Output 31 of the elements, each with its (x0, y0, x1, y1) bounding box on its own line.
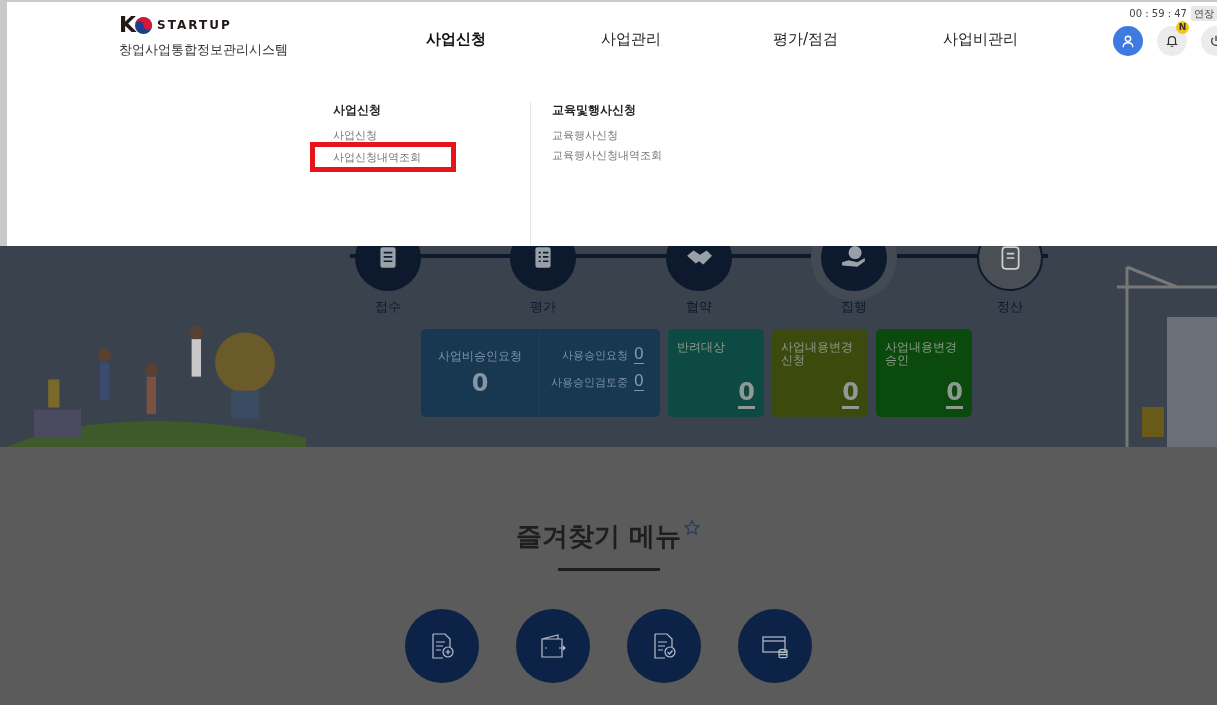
nav-menu-item[interactable]: 사업관리 (543, 28, 718, 51)
menu-group-title: 사업신청 (333, 102, 382, 119)
session-timer: 00 : 59 : 47 (1129, 7, 1187, 21)
notification-badge: N (1176, 21, 1189, 34)
extend-button[interactable]: 연장 (1191, 6, 1217, 21)
card-title: 사업내용변경승인 (885, 340, 958, 367)
star-icon[interactable] (683, 519, 702, 537)
logo[interactable]: K STARTUP (119, 14, 288, 36)
menu-group-title: 교육및행사신청 (552, 102, 637, 119)
user-button[interactable] (1113, 26, 1143, 56)
submenu-link[interactable]: 사업신청내역조회 (310, 142, 456, 173)
card-title: 사업비승인요청 (438, 347, 522, 365)
card-count[interactable]: 0 (946, 377, 963, 409)
sub-count-label: 사용승인검토중 (550, 374, 628, 390)
card-count[interactable]: 0 (738, 377, 755, 409)
favorites-title: 즐겨찾기 메뉴 (515, 520, 682, 553)
bell-icon (1165, 34, 1179, 48)
sub-count[interactable]: 0 (633, 371, 644, 391)
card-count: 0 (471, 367, 489, 399)
card-title: 반려대상 (677, 340, 726, 354)
person-icon (1121, 34, 1135, 48)
submenu-link[interactable]: 교육행사신청 (545, 125, 618, 146)
sub-count-label: 사용승인요청 (561, 347, 628, 363)
sub-count[interactable]: 0 (633, 344, 644, 364)
nav-menu-item[interactable]: 평가/점검 (718, 28, 893, 51)
submenu-link[interactable]: 교육행사신청내역조회 (545, 145, 662, 166)
nav-menu-item[interactable]: 사업신청 (368, 28, 543, 51)
system-title: 창업사업통합정보관리시스템 (119, 41, 288, 59)
nav-menu-item[interactable]: 사업비관리 (893, 28, 1068, 51)
card-title: 사업내용변경신청 (781, 340, 854, 367)
card-count[interactable]: 0 (842, 377, 859, 409)
